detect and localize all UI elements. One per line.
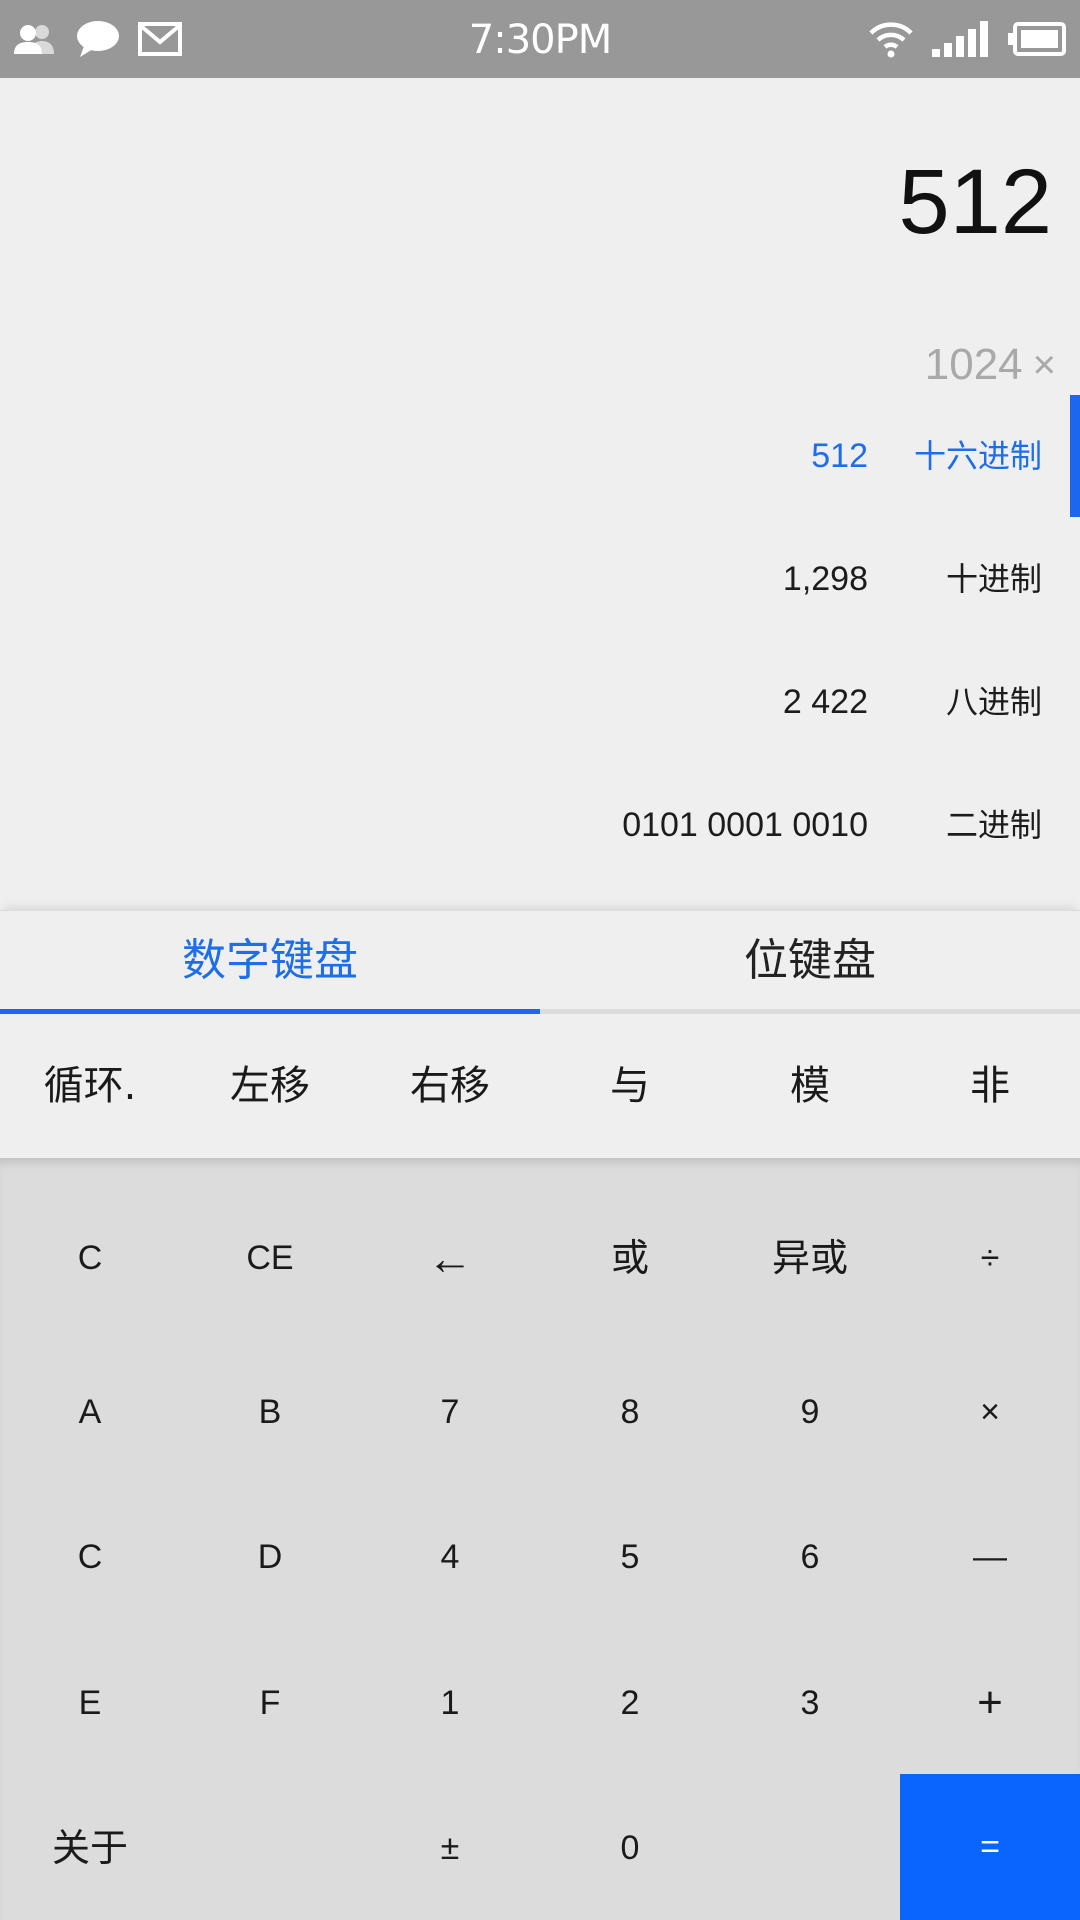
clear-entry-button[interactable]: CE [180, 1198, 360, 1318]
base-row-bin[interactable]: 0101 0001 0010 二进制 [0, 764, 1080, 886]
multiply-button[interactable]: × [900, 1352, 1080, 1472]
or-button[interactable]: 或 [540, 1198, 720, 1318]
history-expression: 1024 × [925, 340, 1056, 390]
base-value-dec: 1,298 [782, 560, 868, 598]
digit-7-button[interactable]: 7 [360, 1352, 540, 1472]
battery-icon [1008, 22, 1066, 56]
base-row-hex[interactable]: 512 十六进制 [0, 395, 1080, 517]
digit-6-button[interactable]: 6 [720, 1497, 900, 1617]
base-value-oct: 2 422 [782, 683, 868, 721]
plus-minus-button[interactable]: ± [360, 1788, 540, 1908]
keypad: C CE ← 或 异或 ÷ A B 7 8 9 × C D 4 5 6 — E … [0, 1158, 1080, 1920]
base-label-bin: 二进制 [945, 806, 1042, 844]
digit-4-button[interactable]: 4 [360, 1497, 540, 1617]
base-label-oct: 八进制 [945, 683, 1042, 721]
digit-1-button[interactable]: 1 [360, 1643, 540, 1763]
wifi-icon [869, 22, 913, 58]
shift-left-button[interactable]: 左移 [180, 1014, 360, 1158]
clear-button[interactable]: C [0, 1198, 180, 1318]
hex-c-button[interactable]: C [0, 1497, 180, 1617]
subtract-button[interactable]: — [900, 1497, 1080, 1617]
digit-8-button[interactable]: 8 [540, 1352, 720, 1472]
and-button[interactable]: 与 [540, 1014, 720, 1158]
rotate-button[interactable]: 循环. [0, 1014, 180, 1158]
about-button[interactable]: 关于 [0, 1788, 180, 1908]
digit-3-button[interactable]: 3 [720, 1643, 900, 1763]
result-value: 512 [898, 151, 1053, 253]
base-row-dec[interactable]: 1,298 十进制 [0, 518, 1080, 640]
history-operator: × [1032, 342, 1056, 387]
hex-a-button[interactable]: A [0, 1352, 180, 1472]
xor-button[interactable]: 异或 [720, 1198, 900, 1318]
hex-f-button[interactable]: F [180, 1643, 360, 1763]
history-value: 1024 [924, 340, 1023, 389]
digit-5-button[interactable]: 5 [540, 1497, 720, 1617]
base-value-bin: 0101 0001 0010 [622, 806, 868, 844]
hex-b-button[interactable]: B [180, 1352, 360, 1472]
keyboard-tabs: 数字键盘 位键盘 [0, 910, 1080, 1015]
add-button[interactable]: + [900, 1643, 1080, 1763]
cell-signal-icon [932, 21, 988, 57]
base-row-oct[interactable]: 2 422 八进制 [0, 641, 1080, 763]
hex-e-button[interactable]: E [0, 1643, 180, 1763]
divide-button[interactable]: ÷ [900, 1198, 1080, 1318]
backspace-button[interactable]: ← [360, 1198, 540, 1318]
mod-button[interactable]: 模 [720, 1014, 900, 1158]
digit-9-button[interactable]: 9 [720, 1352, 900, 1472]
base-value-hex: 512 [811, 437, 868, 475]
tab-bit-keyboard[interactable]: 位键盘 [540, 911, 1080, 1015]
equals-button[interactable]: = [900, 1774, 1080, 1920]
status-bar: 7:30PM [0, 0, 1080, 78]
base-label-dec: 十进制 [945, 560, 1042, 598]
tab-number-keyboard[interactable]: 数字键盘 [0, 911, 540, 1015]
digit-2-button[interactable]: 2 [540, 1643, 720, 1763]
status-right-icons [868, 16, 1066, 62]
digit-0-button[interactable]: 0 [540, 1788, 720, 1908]
base-label-hex: 十六进制 [913, 437, 1042, 475]
shift-right-button[interactable]: 右移 [360, 1014, 540, 1158]
bit-operations-row: 循环. 左移 右移 与 模 非 [0, 1014, 1080, 1158]
hex-d-button[interactable]: D [180, 1497, 360, 1617]
not-button[interactable]: 非 [900, 1014, 1080, 1158]
calculator-display: 512 1024 × 512 十六进制 1,298 十进制 2 422 八进制 … [0, 78, 1080, 910]
